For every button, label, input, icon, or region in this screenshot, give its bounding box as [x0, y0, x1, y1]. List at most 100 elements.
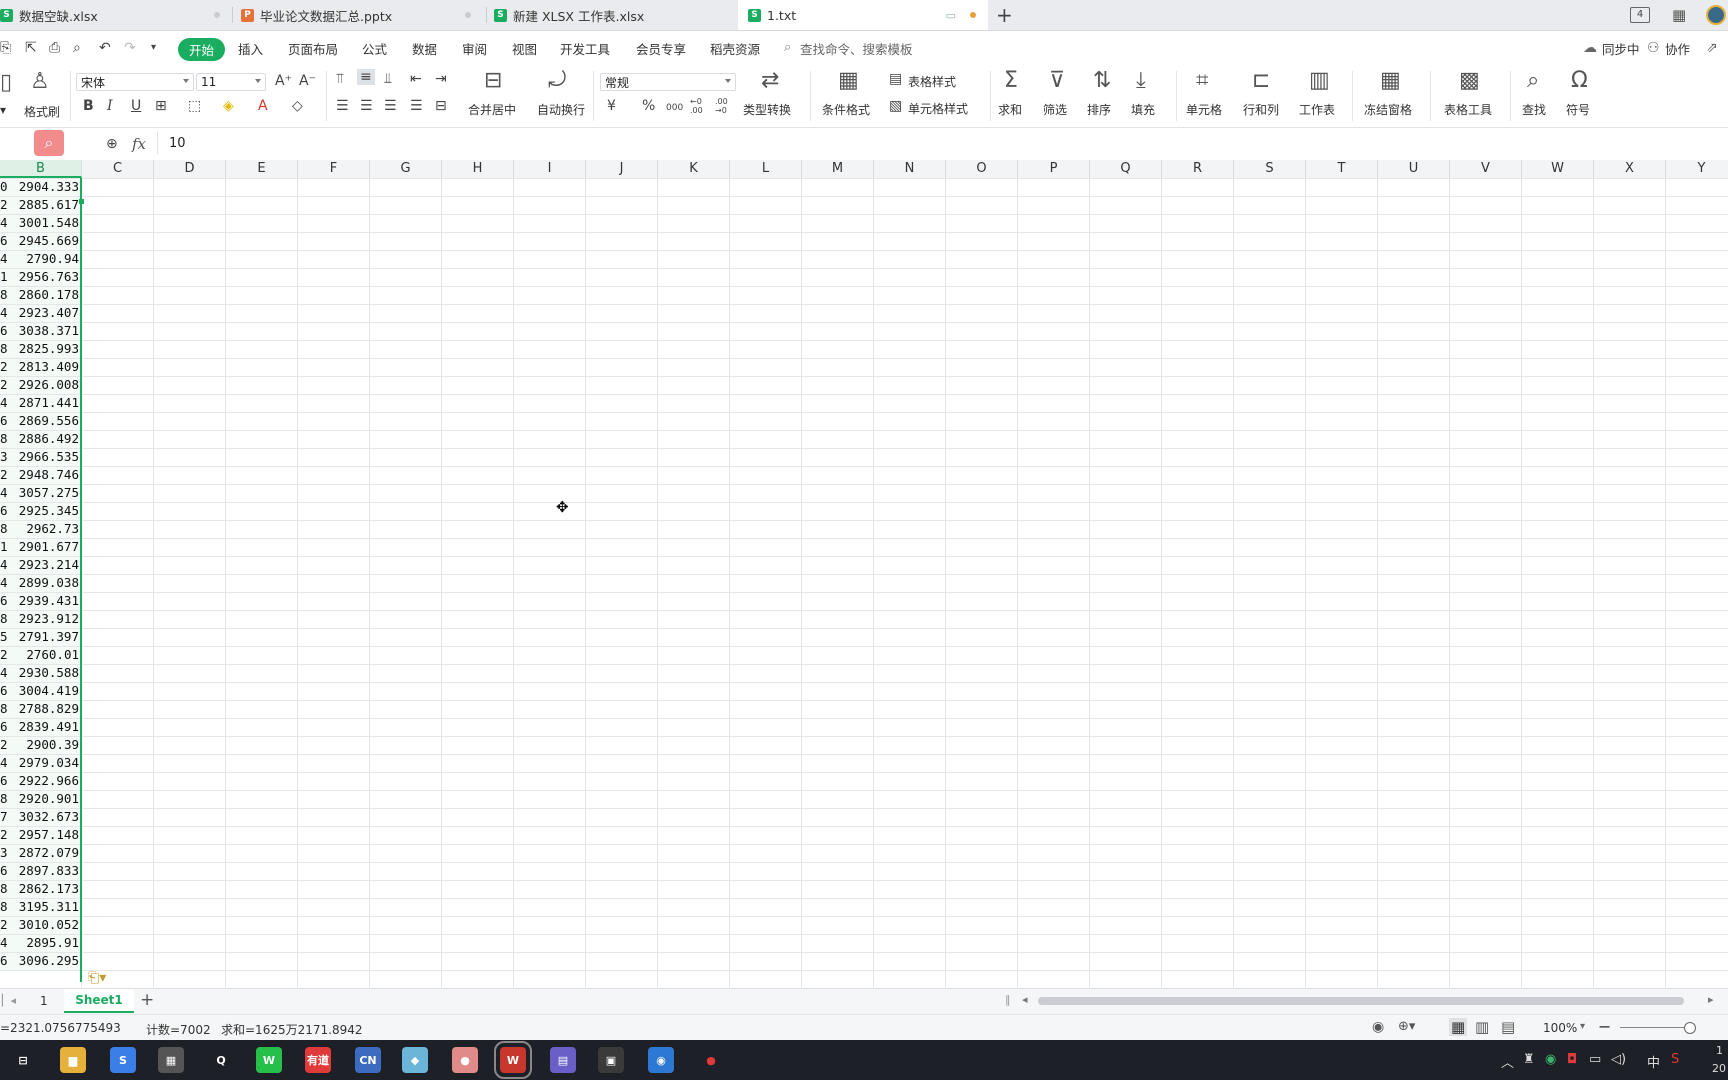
- insert-function-button[interactable]: fx: [132, 135, 146, 153]
- avatar[interactable]: [1706, 5, 1726, 25]
- merge-center-button[interactable]: 合并居中: [468, 101, 516, 118]
- tray-wechat-icon[interactable]: ◉: [1545, 1052, 1556, 1067]
- column-header-h[interactable]: H: [442, 160, 514, 178]
- menu-review[interactable]: 审阅: [462, 39, 487, 58]
- justify-icon[interactable]: ☰: [410, 98, 423, 114]
- merge-center-icon[interactable]: ⊟: [484, 69, 502, 93]
- clear-format-icon[interactable]: ◇: [292, 98, 303, 114]
- align-bottom-icon[interactable]: ⫫: [384, 71, 392, 87]
- find-icon[interactable]: ⌕: [1527, 69, 1539, 93]
- cell-a-tail[interactable]: 4: [0, 305, 8, 320]
- cell-b[interactable]: 3038.371: [19, 323, 79, 338]
- cell-b[interactable]: 3010.052: [19, 917, 79, 932]
- column-header-r[interactable]: R: [1162, 160, 1234, 178]
- ime-indicator[interactable]: 中: [1647, 1052, 1660, 1071]
- clock-time[interactable]: 1: [1716, 1044, 1723, 1057]
- row-col-button[interactable]: 行和列: [1243, 101, 1279, 118]
- conditional-format-icon[interactable]: ▦: [838, 69, 859, 93]
- column-header-x[interactable]: X: [1594, 160, 1666, 178]
- sum-button[interactable]: 求和: [998, 101, 1022, 118]
- indent-increase-icon[interactable]: ⇥: [435, 71, 447, 87]
- sogou-ime-icon[interactable]: S: [1671, 1052, 1679, 1067]
- cell-a-tail[interactable]: 4: [0, 755, 8, 770]
- taskbar-app-book-icon[interactable]: ▤: [550, 1047, 576, 1073]
- cell-a-tail[interactable]: 8: [0, 431, 8, 446]
- cell-b[interactable]: 2945.669: [19, 233, 79, 248]
- cell-a-tail[interactable]: 4: [0, 557, 8, 572]
- italic-icon[interactable]: I: [107, 98, 113, 114]
- taskbar-task-view-icon[interactable]: ⊟: [10, 1047, 36, 1073]
- number-format-select[interactable]: 常规: [600, 73, 736, 91]
- normal-view-icon[interactable]: ▦: [1449, 1018, 1468, 1036]
- cell-a-tail[interactable]: 2: [0, 377, 8, 392]
- cell-a-tail[interactable]: 2: [0, 467, 8, 482]
- decrease-decimal-icon[interactable]: .00 →0: [715, 97, 735, 115]
- filter-icon[interactable]: ⊽: [1049, 69, 1065, 93]
- cell-b[interactable]: 3032.673: [19, 809, 79, 824]
- menu-formula[interactable]: 公式: [362, 39, 387, 58]
- taskbar-app-dark-icon[interactable]: ▣: [598, 1047, 624, 1073]
- type-convert-icon[interactable]: ⇄: [761, 69, 779, 93]
- cell-a-tail[interactable]: 1: [0, 269, 8, 284]
- taskbar-calculator-icon[interactable]: ▦: [158, 1047, 184, 1073]
- table-tools-button[interactable]: 表格工具: [1444, 101, 1492, 118]
- column-header-e[interactable]: E: [226, 160, 298, 178]
- tab-1-txt[interactable]: S 1.txt ▭: [738, 0, 988, 30]
- underline-icon[interactable]: U: [131, 98, 141, 114]
- add-sheet-button[interactable]: +: [140, 990, 154, 1010]
- cell-a-tail[interactable]: 4: [0, 485, 8, 500]
- column-header-u[interactable]: U: [1378, 160, 1450, 178]
- print-icon[interactable]: ⎙: [49, 40, 60, 56]
- cell-a-tail[interactable]: 8: [0, 287, 8, 302]
- increase-decimal-icon[interactable]: ←0 .00: [690, 97, 710, 115]
- sheet-grid[interactable]: 0 2904.333 2 2885.617 4 3001.548 6 2945.669 4 279…: [0, 178, 1728, 988]
- tray-expand-icon[interactable]: ︿: [1501, 1052, 1514, 1071]
- redo-icon[interactable]: ↷: [124, 40, 136, 56]
- cell-a-tail[interactable]: 3: [0, 449, 8, 464]
- column-header-q[interactable]: Q: [1090, 160, 1162, 178]
- find-button[interactable]: 查找: [1522, 101, 1546, 118]
- worksheet-button[interactable]: 工作表: [1299, 101, 1335, 118]
- currency-icon[interactable]: ¥: [607, 98, 616, 114]
- cell-b[interactable]: 2904.333: [19, 179, 79, 194]
- cell-b[interactable]: 2860.178: [19, 287, 79, 302]
- taskbar-sogou-icon[interactable]: S: [110, 1047, 136, 1073]
- cell-b[interactable]: 2895.91: [26, 935, 79, 950]
- share-icon[interactable]: ⇗: [1706, 40, 1718, 56]
- percent-icon[interactable]: %: [642, 98, 655, 114]
- font-color-icon[interactable]: A: [258, 98, 268, 114]
- cell-button[interactable]: 单元格: [1186, 101, 1222, 118]
- cell-a-tail[interactable]: 8: [0, 341, 8, 356]
- align-middle-icon[interactable]: ≡: [357, 69, 375, 85]
- cell-a-tail[interactable]: 6: [0, 323, 8, 338]
- freeze-panes-icon[interactable]: ▦: [1380, 69, 1401, 93]
- symbol-icon[interactable]: Ω: [1571, 69, 1588, 93]
- cell-b[interactable]: 2872.079: [19, 845, 79, 860]
- taskbar-cnki-icon[interactable]: CN: [355, 1047, 381, 1073]
- cell-a-tail[interactable]: 6: [0, 773, 8, 788]
- network-icon[interactable]: ▭: [1589, 1052, 1601, 1067]
- taskbar-wechat-icon[interactable]: W: [256, 1047, 282, 1073]
- cell-b[interactable]: 2925.345: [19, 503, 79, 518]
- print-preview-icon[interactable]: ⌕: [73, 40, 81, 56]
- column-header-i[interactable]: I: [514, 160, 586, 178]
- cell-a-tail[interactable]: 2: [0, 917, 8, 932]
- cell-b[interactable]: 2760.01: [26, 647, 79, 662]
- save-icon[interactable]: ⎘: [0, 40, 11, 56]
- cell-b[interactable]: 2871.441: [19, 395, 79, 410]
- cell-b[interactable]: 2939.431: [19, 593, 79, 608]
- cell-a-tail[interactable]: 8: [0, 701, 8, 716]
- column-header-m[interactable]: M: [802, 160, 874, 178]
- cell-b[interactable]: 2862.173: [19, 881, 79, 896]
- cell-a-tail[interactable]: 6: [0, 683, 8, 698]
- cell-a-tail[interactable]: 8: [0, 521, 8, 536]
- fill-icon[interactable]: ⤓: [1136, 69, 1146, 93]
- cell-b[interactable]: 2791.397: [19, 629, 79, 644]
- cell-b[interactable]: 2957.148: [19, 827, 79, 842]
- cell-b[interactable]: 3195.311: [19, 899, 79, 914]
- column-header-v[interactable]: V: [1450, 160, 1522, 178]
- page-layout-view-icon[interactable]: ▥: [1475, 1018, 1489, 1036]
- sync-status[interactable]: 同步中: [1602, 39, 1640, 58]
- symbol-button[interactable]: 符号: [1566, 101, 1590, 118]
- cell-b[interactable]: 2926.008: [19, 377, 79, 392]
